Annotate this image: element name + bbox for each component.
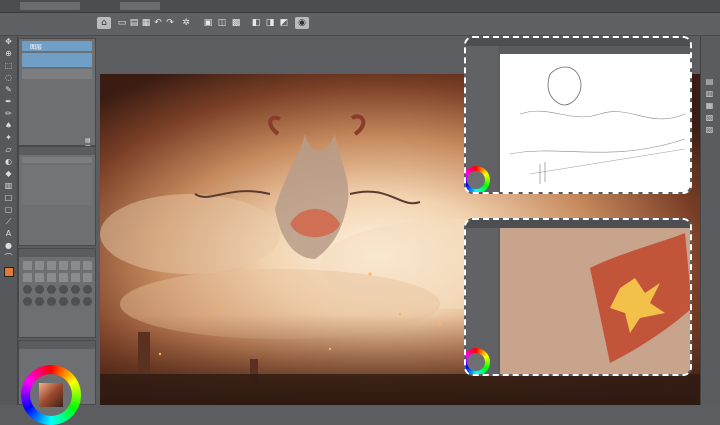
panel-icon[interactable]: ▧ xyxy=(701,112,718,124)
fill-icon[interactable]: ▩ xyxy=(230,17,242,29)
frame-icon[interactable]: ▢ xyxy=(0,204,17,216)
property-row[interactable] xyxy=(22,157,92,163)
open-icon[interactable]: ▤ xyxy=(128,17,140,29)
pencil-icon[interactable]: ✏ xyxy=(0,108,17,120)
flag-painting xyxy=(500,228,690,374)
redo-icon[interactable]: ↷ xyxy=(164,17,176,29)
panel-header xyxy=(19,249,95,257)
fill-tool-icon[interactable]: ◆ xyxy=(0,168,17,180)
command-bar: ⌂ ▭ ▤ ▦ ↶ ↷ ✲ ▣ ◫ ▩ ◧ ◨ ◩ ◉ xyxy=(0,13,720,36)
brush-size-cell[interactable] xyxy=(59,285,68,294)
layer-item[interactable] xyxy=(22,53,92,67)
brush-size-cell[interactable] xyxy=(83,273,92,282)
undo-icon[interactable]: ↶ xyxy=(152,17,164,29)
mini-toolbar xyxy=(466,220,690,228)
brush-size-cell[interactable] xyxy=(59,261,68,270)
brush-size-cell[interactable] xyxy=(83,261,92,270)
select-icon[interactable]: ◩ xyxy=(278,17,290,29)
eyedropper-icon[interactable]: ✎ xyxy=(0,84,17,96)
ruler-icon[interactable]: ⟋ xyxy=(0,216,17,228)
brush-size-grid xyxy=(19,257,95,310)
layer-item[interactable]: 图层 xyxy=(22,41,92,51)
save-icon[interactable]: ▦ xyxy=(140,17,152,29)
flag-canvas xyxy=(500,228,690,374)
brush-size-cell[interactable] xyxy=(71,285,80,294)
panel-icon[interactable]: ▥ xyxy=(701,88,718,100)
airbrush-icon[interactable]: ✦ xyxy=(0,132,17,144)
move-tool-icon[interactable]: ✥ xyxy=(0,36,17,48)
brush-size-cell[interactable] xyxy=(35,273,44,282)
brush-size-cell[interactable] xyxy=(59,297,68,306)
color-wheel[interactable] xyxy=(21,365,81,425)
layer-name: 图层 xyxy=(30,44,43,51)
brush-size-cell[interactable] xyxy=(83,297,92,306)
gradient-icon[interactable]: ▥ xyxy=(0,180,17,192)
panel-header xyxy=(19,147,95,155)
text-icon[interactable]: A xyxy=(0,228,17,240)
mini-toolbar xyxy=(466,38,690,46)
tool-strip: ✥ ⊕ ⬚ ◌ ✎ ✒ ✏ ♠ ✦ ▱ ◐ ◆ ▥ □ ▢ ⟋ A ● ⌒ xyxy=(0,36,18,405)
property-area xyxy=(22,165,92,205)
home-icon[interactable]: ⌂ xyxy=(97,17,111,29)
brush-size-cell[interactable] xyxy=(35,297,44,306)
sketch-preview-inset xyxy=(464,36,692,194)
color-wheel-panel xyxy=(18,340,96,425)
sketch-canvas xyxy=(500,54,690,192)
menu-tab[interactable] xyxy=(20,2,80,10)
figure-icon[interactable]: □ xyxy=(0,192,17,204)
brush-size-cell[interactable] xyxy=(35,261,44,270)
eraser-icon[interactable]: ▱ xyxy=(0,144,17,156)
brush-size-panel xyxy=(18,248,96,338)
trash-icon[interactable]: ▣ xyxy=(202,17,214,29)
panel-icon[interactable]: ▨ xyxy=(701,124,718,136)
brush-size-cell[interactable] xyxy=(71,297,80,306)
brush-icon[interactable]: ♠ xyxy=(0,120,17,132)
brush-size-cell[interactable] xyxy=(23,273,32,282)
gear-icon[interactable]: ✲ xyxy=(180,17,192,29)
eye-icon[interactable]: ◉ xyxy=(295,17,309,29)
layer-panel: 图层 ▤ ▥ xyxy=(18,38,96,151)
pen-icon[interactable]: ✒ xyxy=(0,96,17,108)
blend-icon[interactable]: ◐ xyxy=(0,156,17,168)
menu-bar xyxy=(0,0,720,13)
brush-size-cell[interactable] xyxy=(71,273,80,282)
right-sidebar: ▤ ▥ ▦ ▧ ▨ xyxy=(700,36,720,405)
correct-line-icon[interactable]: ⌒ xyxy=(0,252,17,264)
new-file-icon[interactable]: ▭ xyxy=(116,17,128,29)
select-icon[interactable]: ◧ xyxy=(250,17,262,29)
zoom-tool-icon[interactable]: ⊕ xyxy=(0,48,17,60)
brush-size-cell[interactable] xyxy=(83,285,92,294)
select-icon[interactable]: ◨ xyxy=(264,17,276,29)
brush-size-cell[interactable] xyxy=(23,285,32,294)
layer-item[interactable] xyxy=(22,69,92,79)
brush-size-cell[interactable] xyxy=(23,297,32,306)
property-panel xyxy=(18,146,96,246)
color-swatch-icon[interactable] xyxy=(0,267,17,289)
lasso-tool-icon[interactable]: ◌ xyxy=(0,72,17,84)
transform-icon[interactable]: ◫ xyxy=(216,17,228,29)
brush-size-cell[interactable] xyxy=(23,261,32,270)
brush-size-cell[interactable] xyxy=(71,261,80,270)
brush-size-cell[interactable] xyxy=(59,273,68,282)
brush-size-cell[interactable] xyxy=(47,297,56,306)
brush-size-cell[interactable] xyxy=(47,273,56,282)
brush-size-cell[interactable] xyxy=(47,261,56,270)
flag-preview-inset xyxy=(464,218,692,376)
select-tool-icon[interactable]: ⬚ xyxy=(0,60,17,72)
brush-size-cell[interactable] xyxy=(47,285,56,294)
panel-icon[interactable]: ▦ xyxy=(701,100,718,112)
menu-tab[interactable] xyxy=(120,2,160,10)
balloon-icon[interactable]: ● xyxy=(0,240,17,252)
panel-header xyxy=(19,341,95,349)
panel-icon[interactable]: ▤ xyxy=(701,76,718,88)
brush-size-cell[interactable] xyxy=(35,285,44,294)
color-square[interactable] xyxy=(39,383,63,407)
sketch-lines xyxy=(509,66,686,184)
